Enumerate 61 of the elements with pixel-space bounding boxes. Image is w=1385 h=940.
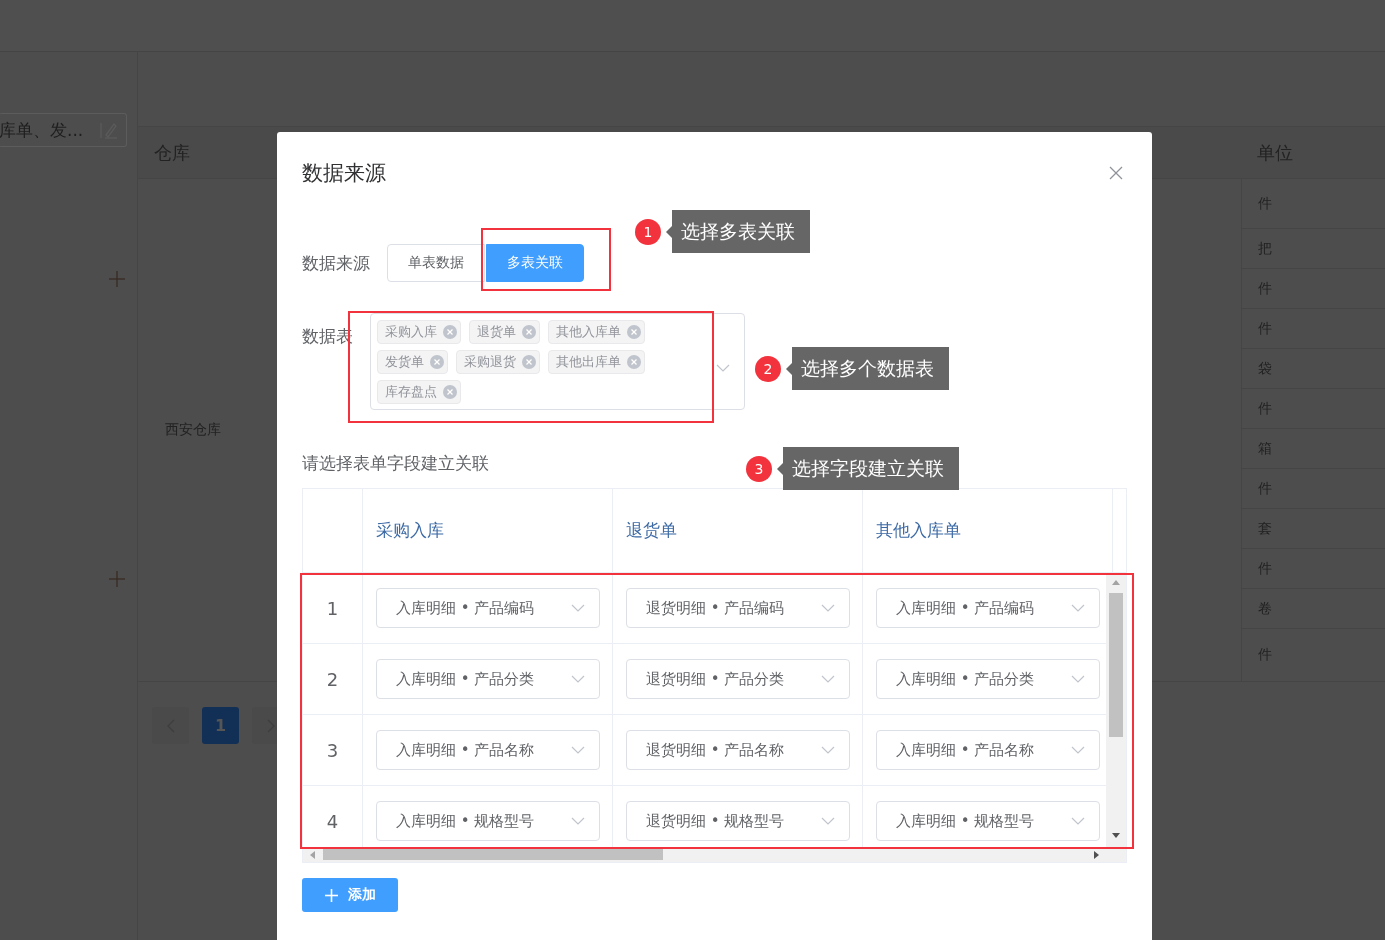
close-icon[interactable]	[443, 325, 457, 339]
chevron-down-icon	[1071, 817, 1085, 825]
field-select[interactable]: 退货明细 • 规格型号	[626, 801, 850, 841]
tag-label: 采购入库	[385, 323, 437, 341]
close-icon[interactable]	[522, 355, 536, 369]
chevron-down-icon	[821, 746, 835, 754]
plus-icon[interactable]	[109, 571, 125, 587]
field-select[interactable]: 入库明细 • 产品分类	[876, 659, 1100, 699]
arrow-right-icon[interactable]	[1092, 849, 1100, 860]
chevron-down-icon	[716, 364, 730, 372]
field-select[interactable]: 退货明细 • 产品编码	[626, 588, 850, 628]
tag-label: 退货单	[477, 323, 516, 341]
row-number: 4	[326, 810, 339, 832]
vertical-scrollbar[interactable]	[1106, 573, 1126, 847]
column-header: 采购入库	[376, 519, 444, 542]
section-label: 请选择表单字段建立关联	[302, 452, 489, 475]
field-select[interactable]: 入库明细 • 规格型号	[876, 801, 1100, 841]
row-number: 3	[326, 739, 339, 761]
segment-tab[interactable]: 单表数据	[387, 244, 485, 282]
field-select[interactable]: 入库明细 • 产品分类	[376, 659, 600, 699]
chevron-down-icon	[821, 817, 835, 825]
chevron-down-icon	[571, 817, 585, 825]
close-icon[interactable]	[430, 355, 444, 369]
callout-label: 选择多表关联	[666, 210, 810, 253]
chevron-down-icon	[821, 604, 835, 612]
column-header: 其他入库单	[876, 519, 961, 542]
field-select[interactable]: 入库明细 • 产品名称	[876, 730, 1100, 770]
row-number: 2	[326, 668, 339, 690]
field-select[interactable]: 入库明细 • 产品编码	[876, 588, 1100, 628]
field-select[interactable]: 入库明细 • 产品名称	[376, 730, 600, 770]
tag-label: 其他入库单	[556, 323, 621, 341]
field-select[interactable]: 入库明细 • 产品编码	[376, 588, 600, 628]
chevron-down-icon	[571, 604, 585, 612]
field-label: 数据来源	[302, 251, 371, 275]
callout-label: 选择多个数据表	[786, 347, 949, 390]
chevron-down-icon	[1071, 746, 1085, 754]
close-icon	[1109, 166, 1123, 180]
field-select[interactable]: 退货明细 • 产品名称	[626, 730, 850, 770]
chevron-down-icon	[571, 675, 585, 683]
row-number: 1	[326, 597, 339, 619]
chevron-down-icon	[821, 675, 835, 683]
field-select[interactable]: 入库明细 • 规格型号	[376, 801, 600, 841]
plus-icon[interactable]	[109, 271, 125, 287]
tag-label: 发货单	[385, 353, 424, 371]
close-button[interactable]	[1109, 166, 1123, 180]
close-icon[interactable]	[443, 385, 457, 399]
chevron-down-icon	[1071, 675, 1085, 683]
arrow-left-icon[interactable]	[309, 849, 317, 860]
plus-icon	[324, 888, 338, 902]
close-icon[interactable]	[627, 325, 641, 339]
tag-label: 采购退货	[464, 353, 516, 371]
field-select[interactable]: 退货明细 • 产品分类	[626, 659, 850, 699]
chevron-down-icon	[1071, 604, 1085, 612]
dialog-title: 数据来源	[302, 160, 386, 187]
close-icon[interactable]	[627, 355, 641, 369]
tag-label: 其他出库单	[556, 353, 621, 371]
column-header: 退货单	[626, 519, 677, 542]
tag-label: 库存盘点	[385, 383, 437, 401]
callout-label: 选择字段建立关联	[777, 447, 959, 490]
close-icon[interactable]	[522, 325, 536, 339]
chevron-down-icon	[571, 746, 585, 754]
